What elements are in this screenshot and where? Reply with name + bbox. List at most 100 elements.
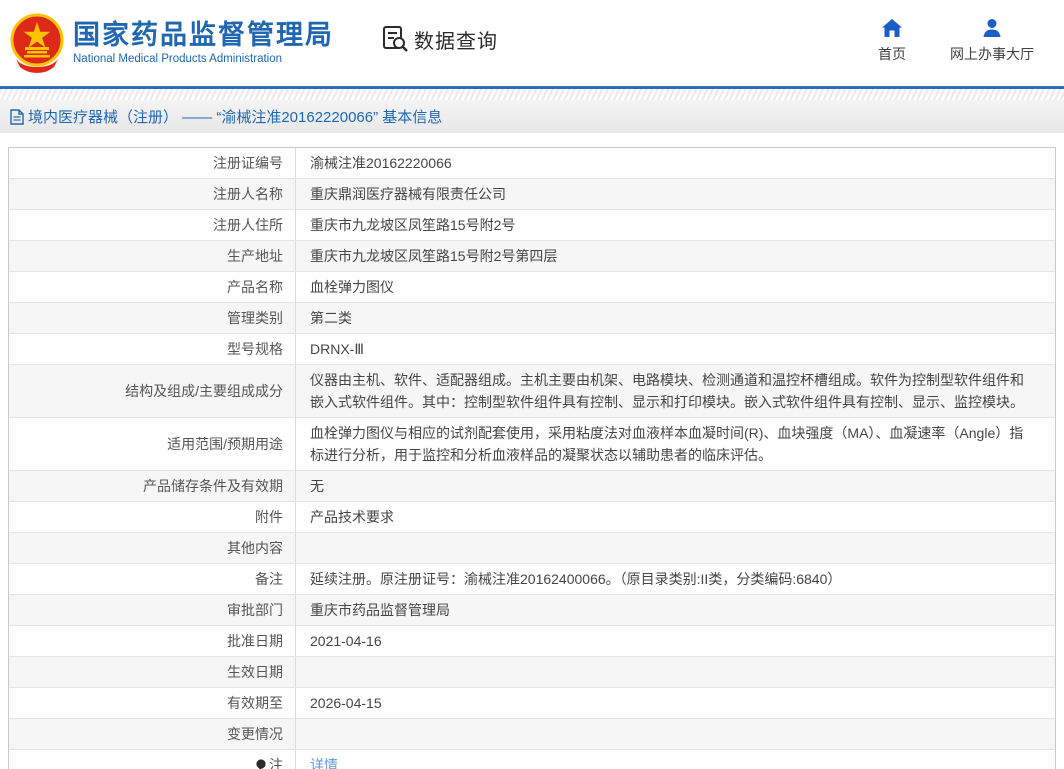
row-label-text: 结构及组成/主要组成成分	[125, 380, 283, 402]
row-label-text: 审批部门	[227, 599, 283, 621]
row-value: 渝械注准20162220066	[296, 148, 1055, 178]
row-value-text: 2021-04-16	[310, 630, 382, 652]
row-value-text: 第二类	[310, 307, 352, 329]
table-row: 注册证编号 渝械注准20162220066	[9, 148, 1055, 179]
nav-home[interactable]: 首页	[878, 18, 906, 64]
row-value-text: 产品技术要求	[310, 506, 394, 528]
row-label-text: 产品储存条件及有效期	[143, 475, 283, 497]
table-row: 产品储存条件及有效期 无	[9, 471, 1055, 502]
nav-online-hall-label: 网上办事大厅	[950, 44, 1034, 64]
row-value: 重庆市九龙坡区凤笙路15号附2号第四层	[296, 241, 1055, 271]
data-query-label: 数据查询	[414, 25, 498, 54]
row-label: 附件	[9, 502, 296, 532]
row-value-text: 重庆市九龙坡区凤笙路15号附2号第四层	[310, 245, 557, 267]
table-row: 注册人名称 重庆鼎润医疗器械有限责任公司	[9, 179, 1055, 210]
row-label-text: 管理类别	[227, 307, 283, 329]
row-label: 型号规格	[9, 334, 296, 364]
row-value	[296, 657, 1055, 687]
row-label: 变更情况	[9, 719, 296, 749]
row-value: 重庆市九龙坡区凤笙路15号附2号	[296, 210, 1055, 240]
breadcrumb: 境内医疗器械（注册） —— “渝械注准20162220066” 基本信息	[0, 100, 1064, 133]
document-icon	[10, 109, 24, 125]
row-value: 第二类	[296, 303, 1055, 333]
row-value-text: 血栓弹力图仪与相应的试剂配套使用，采用粘度法对血液样本血凝时间(R)、血块强度（…	[310, 422, 1037, 466]
table-row: 附件 产品技术要求	[9, 502, 1055, 533]
row-label-text: 有效期至	[227, 692, 283, 714]
national-emblem-icon	[10, 13, 64, 73]
row-label: 产品储存条件及有效期	[9, 471, 296, 501]
org-names: 国家药品监督管理局 National Medical Products Admi…	[73, 20, 334, 67]
table-row: 审批部门 重庆市药品监督管理局	[9, 595, 1055, 626]
row-value-text: 无	[310, 475, 324, 497]
row-label: 结构及组成/主要组成成分	[9, 365, 296, 417]
table-row: 型号规格 DRNX-Ⅲ	[9, 334, 1055, 365]
row-label: 注册人住所	[9, 210, 296, 240]
note-balloon-icon	[255, 758, 267, 769]
nav-online-hall[interactable]: 网上办事大厅	[950, 18, 1034, 64]
table-row: 注 详情	[9, 750, 1055, 769]
row-label: 适用范围/预期用途	[9, 418, 296, 470]
row-value: 产品技术要求	[296, 502, 1055, 532]
row-value-text: 重庆鼎润医疗器械有限责任公司	[310, 183, 506, 205]
row-value-text: 重庆市药品监督管理局	[310, 599, 450, 621]
row-label-text: 注	[269, 754, 283, 769]
org-title: 国家药品监督管理局	[73, 20, 334, 50]
table-row: 结构及组成/主要组成成分 仪器由主机、软件、适配器组成。主机主要由机架、电路模块…	[9, 365, 1055, 418]
table-row: 产品名称 血栓弹力图仪	[9, 272, 1055, 303]
site-header: 国家药品监督管理局 National Medical Products Admi…	[0, 0, 1064, 86]
table-row: 备注 延续注册。原注册证号：渝械注准20162400066。（原目录类别:II类…	[9, 564, 1055, 595]
row-value-text: 重庆市九龙坡区凤笙路15号附2号	[310, 214, 515, 236]
row-label: 注册人名称	[9, 179, 296, 209]
row-label-text: 注册人住所	[213, 214, 283, 236]
table-row: 生效日期	[9, 657, 1055, 688]
home-icon	[881, 18, 903, 38]
row-label-text: 生效日期	[227, 661, 283, 683]
row-label: 批准日期	[9, 626, 296, 656]
row-value: 2026-04-15	[296, 688, 1055, 718]
row-value-text: DRNX-Ⅲ	[310, 338, 364, 360]
table-row: 注册人住所 重庆市九龙坡区凤笙路15号附2号	[9, 210, 1055, 241]
row-value-text: 仪器由主机、软件、适配器组成。主机主要由机架、电路模块、检测通道和温控杯槽组成。…	[310, 369, 1037, 413]
data-query-section: 数据查询	[380, 24, 498, 54]
row-value: 详情	[296, 750, 1055, 769]
row-label: 生效日期	[9, 657, 296, 687]
row-label: 注册证编号	[9, 148, 296, 178]
row-label: 审批部门	[9, 595, 296, 625]
table-row: 管理类别 第二类	[9, 303, 1055, 334]
row-value-text: 延续注册。原注册证号：渝械注准20162400066。（原目录类别:II类，分类…	[310, 568, 841, 590]
row-label-text: 变更情况	[227, 723, 283, 745]
row-value: 2021-04-16	[296, 626, 1055, 656]
info-table: 注册证编号 渝械注准20162220066 注册人名称 重庆鼎润医疗器械有限责任…	[8, 147, 1056, 769]
row-label: 备注	[9, 564, 296, 594]
row-label: 注	[9, 750, 296, 769]
row-value: 血栓弹力图仪与相应的试剂配套使用，采用粘度法对血液样本血凝时间(R)、血块强度（…	[296, 418, 1055, 470]
table-row: 适用范围/预期用途 血栓弹力图仪与相应的试剂配套使用，采用粘度法对血液样本血凝时…	[9, 418, 1055, 471]
row-value: DRNX-Ⅲ	[296, 334, 1055, 364]
data-query-icon	[380, 24, 410, 54]
row-value: 仪器由主机、软件、适配器组成。主机主要由机架、电路模块、检测通道和温控杯槽组成。…	[296, 365, 1055, 417]
org-subtitle: National Medical Products Administration	[73, 52, 334, 67]
detail-link[interactable]: 详情	[310, 754, 338, 769]
row-value-text: 2026-04-15	[310, 692, 382, 714]
row-label-text: 备注	[255, 568, 283, 590]
row-label-text: 批准日期	[227, 630, 283, 652]
person-icon	[981, 18, 1003, 38]
nav-home-label: 首页	[878, 44, 906, 64]
hatch-divider	[0, 89, 1064, 100]
row-value-text: 渝械注准20162220066	[310, 152, 452, 174]
table-row: 批准日期 2021-04-16	[9, 626, 1055, 657]
row-value-text: 血栓弹力图仪	[310, 276, 394, 298]
row-value: 延续注册。原注册证号：渝械注准20162400066。（原目录类别:II类，分类…	[296, 564, 1055, 594]
row-label-text: 附件	[255, 506, 283, 528]
row-value: 重庆鼎润医疗器械有限责任公司	[296, 179, 1055, 209]
row-label-text: 注册人名称	[213, 183, 283, 205]
table-row: 生产地址 重庆市九龙坡区凤笙路15号附2号第四层	[9, 241, 1055, 272]
row-value: 血栓弹力图仪	[296, 272, 1055, 302]
row-label: 产品名称	[9, 272, 296, 302]
row-label: 生产地址	[9, 241, 296, 271]
row-label: 有效期至	[9, 688, 296, 718]
row-label-text: 注册证编号	[213, 152, 283, 174]
row-label-text: 产品名称	[227, 276, 283, 298]
table-row: 变更情况	[9, 719, 1055, 750]
row-label-text: 型号规格	[227, 338, 283, 360]
